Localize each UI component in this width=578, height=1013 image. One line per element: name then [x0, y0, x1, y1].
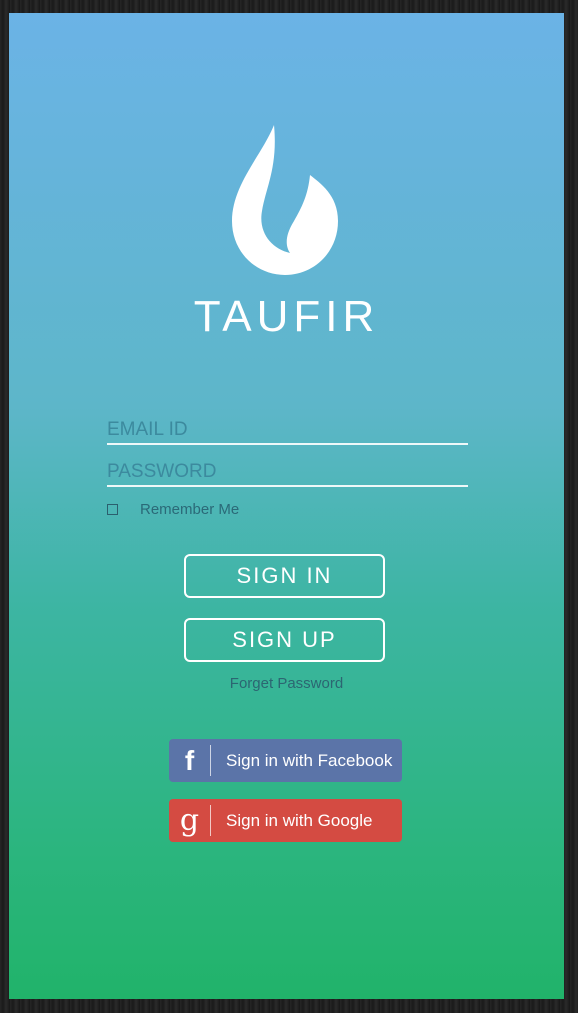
wood-frame: TAUFIR EMAIL ID PASSWORD Remember Me SIG…	[0, 0, 578, 1013]
password-placeholder: PASSWORD	[107, 461, 217, 482]
password-field[interactable]: PASSWORD	[107, 455, 468, 487]
remember-me-label: Remember Me	[140, 500, 240, 518]
facebook-sign-in-button[interactable]: f Sign in with Facebook	[169, 739, 402, 782]
forgot-password-link[interactable]: Forget Password	[9, 675, 564, 692]
sign-up-button[interactable]: SIGN UP	[184, 618, 385, 662]
google-sign-in-label: Sign in with Google	[226, 810, 373, 830]
google-sign-in-button[interactable]: g Sign in with Google	[169, 799, 402, 842]
water-drop-logo-icon	[232, 125, 338, 275]
brand-name: TAUFIR	[193, 292, 380, 341]
email-placeholder: EMAIL ID	[107, 419, 188, 440]
remember-me-checkbox[interactable]	[107, 503, 118, 515]
login-screen: TAUFIR EMAIL ID PASSWORD Remember Me SIG…	[9, 13, 564, 999]
google-divider	[210, 805, 211, 836]
facebook-icon: f	[184, 744, 195, 776]
sign-in-button[interactable]: SIGN IN	[184, 554, 385, 598]
facebook-divider	[210, 745, 211, 776]
google-icon: g	[179, 803, 200, 838]
email-field[interactable]: EMAIL ID	[107, 413, 468, 445]
facebook-sign-in-label: Sign in with Facebook	[226, 750, 393, 770]
remember-me-row[interactable]: Remember Me	[107, 499, 239, 519]
